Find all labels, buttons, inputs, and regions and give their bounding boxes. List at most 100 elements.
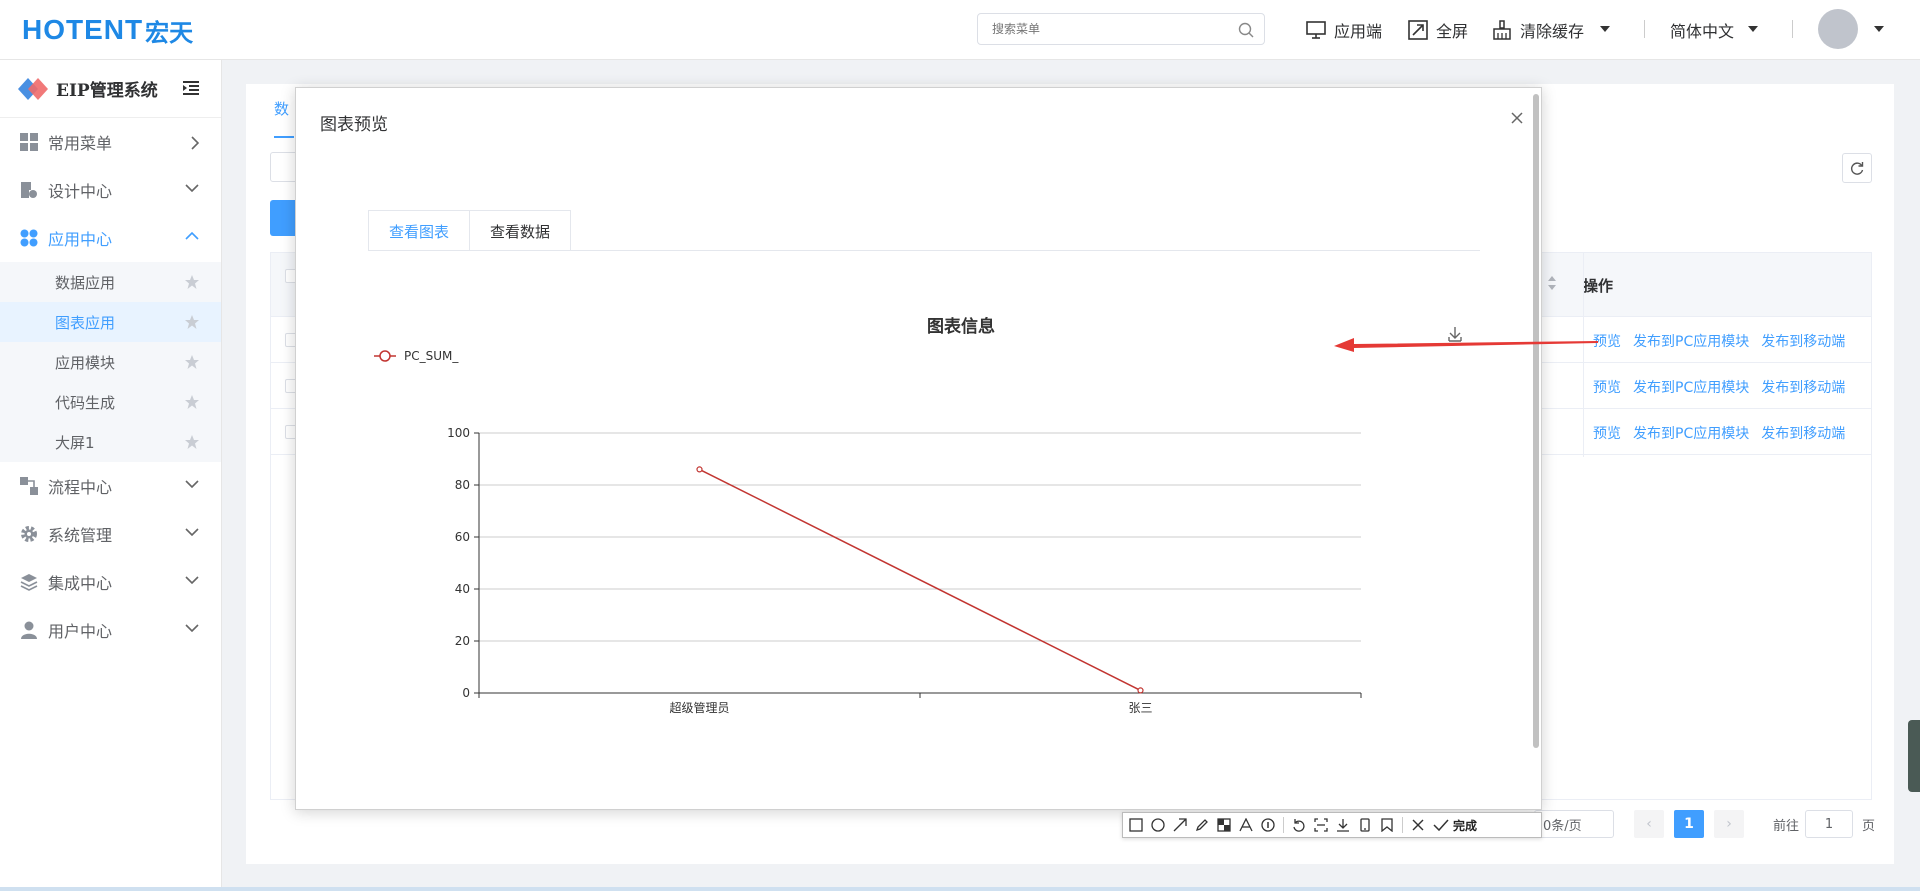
search-icon[interactable]	[1238, 22, 1254, 38]
cache-dropdown-caret-icon[interactable]	[1600, 26, 1610, 32]
user-caret-icon[interactable]	[1874, 26, 1884, 32]
refresh-icon	[1851, 162, 1864, 175]
menu-search-input[interactable]	[978, 14, 1218, 44]
sidebar-item-label: 设计中心	[48, 182, 113, 201]
goto-label: 前往	[1773, 819, 1800, 834]
next-page-button[interactable]: ›	[1714, 810, 1744, 838]
publish-mobile-link[interactable]: 发布到移动端	[1761, 377, 1845, 397]
menu-collapse-icon[interactable]	[183, 81, 199, 95]
sidebar-item-flow-center[interactable]: 流程中心	[0, 462, 221, 510]
close-icon[interactable]	[1511, 112, 1523, 124]
chart-series	[696, 466, 1144, 694]
broom-icon	[1493, 20, 1511, 40]
app-end-button[interactable]: 应用端	[1306, 16, 1382, 44]
fullscreen-label: 全屏	[1436, 22, 1469, 41]
rectangle-icon[interactable]	[1129, 818, 1143, 832]
sidebar-item-app-center[interactable]: 应用中心	[0, 214, 221, 262]
toolbar-divider	[1402, 817, 1403, 833]
star-icon[interactable]	[185, 275, 199, 289]
sidebar-item-label: 系统管理	[48, 526, 113, 545]
side-panel-handle[interactable]	[1908, 720, 1920, 792]
done-button[interactable]: 完成	[1453, 817, 1477, 834]
legend-label: PC_SUM_	[404, 349, 459, 363]
star-icon[interactable]	[185, 395, 199, 409]
number-marker-icon[interactable]	[1261, 818, 1275, 832]
bottom-strip	[0, 887, 1920, 891]
publish-pc-link[interactable]: 发布到PC应用模块	[1633, 377, 1749, 397]
submenu-item-label: 大屏1	[55, 433, 95, 452]
tab-view-chart[interactable]: 查看图表	[368, 210, 471, 251]
series-line	[699, 468, 1141, 692]
sidebar-item-design-center[interactable]: 设计中心	[0, 166, 221, 214]
pen-icon[interactable]	[1195, 818, 1209, 832]
star-icon[interactable]	[185, 315, 199, 329]
submenu-item-code-gen[interactable]: 代码生成	[0, 382, 221, 422]
menu-search-box	[977, 13, 1265, 45]
mosaic-icon[interactable]	[1217, 818, 1231, 832]
bookmark-icon[interactable]	[1380, 818, 1394, 832]
ocr-scan-icon[interactable]	[1314, 818, 1328, 832]
submenu-item-chart-app[interactable]: 图表应用	[0, 302, 221, 342]
language-select[interactable]: 简体中文	[1670, 16, 1734, 44]
phone-icon[interactable]	[1358, 818, 1372, 832]
y-tick-label: 80	[455, 478, 470, 492]
sidebar-item-system-mgmt[interactable]: 系统管理	[0, 510, 221, 558]
design-doc-icon	[21, 182, 37, 198]
chart-tabs: 查看图表 查看数据	[368, 210, 572, 251]
line-chart: 图表信息 PC_SUM_ 0 20 40 60 80 100 超级管理员 张三	[374, 316, 1462, 715]
chart-title: 图表信息	[927, 316, 995, 337]
sidebar-item-integration-center[interactable]: 集成中心	[0, 558, 221, 606]
done-check-icon[interactable]	[1433, 818, 1449, 832]
fullscreen-button[interactable]: 全屏	[1408, 16, 1468, 44]
avatar[interactable]	[1818, 9, 1858, 49]
prev-page-button[interactable]: ‹	[1634, 810, 1664, 838]
submenu-item-label: 图表应用	[55, 313, 116, 332]
sort-icon[interactable]	[1547, 275, 1557, 291]
dashboard-icon	[20, 133, 38, 151]
layers-icon	[20, 574, 38, 591]
screenshot-toolbar: 完成	[1122, 812, 1542, 838]
sidebar-item-common-menu[interactable]: 常用菜单	[0, 118, 221, 166]
arrow-tool-icon[interactable]	[1173, 818, 1187, 832]
app-center-submenu: 数据应用 图表应用 应用模块 代码生成 大屏1	[0, 262, 221, 462]
publish-mobile-link[interactable]: 发布到移动端	[1761, 331, 1845, 351]
page-size-label: 0条/页	[1543, 818, 1582, 834]
refresh-button[interactable]	[1842, 153, 1872, 183]
tab-data-partial[interactable]: 数	[274, 98, 289, 119]
sidebar-item-user-center[interactable]: 用户中心	[0, 606, 221, 654]
language-caret-icon[interactable]	[1748, 26, 1758, 32]
undo-icon[interactable]	[1292, 818, 1306, 832]
submenu-item-data-app[interactable]: 数据应用	[0, 262, 221, 302]
y-tick-label: 60	[455, 530, 470, 544]
goto-page-input[interactable]	[1805, 810, 1853, 838]
flow-icon	[20, 477, 38, 495]
cancel-icon[interactable]	[1411, 818, 1425, 832]
star-icon[interactable]	[185, 435, 199, 449]
text-tool-icon[interactable]	[1239, 818, 1253, 832]
page-number-current[interactable]: 1	[1674, 810, 1704, 838]
ellipse-icon[interactable]	[1151, 818, 1165, 832]
submenu-item-big-screen[interactable]: 大屏1	[0, 422, 221, 462]
gear-icon	[21, 526, 37, 542]
dialog-title: 图表预览	[320, 115, 388, 135]
chevron-right-icon	[191, 136, 199, 150]
star-icon[interactable]	[185, 355, 199, 369]
publish-mobile-link[interactable]: 发布到移动端	[1761, 423, 1845, 443]
submenu-item-app-module[interactable]: 应用模块	[0, 342, 221, 382]
page-size-select[interactable]: 0条/页	[1534, 810, 1614, 838]
hotent-logo[interactable]: HOTENT 宏天	[22, 10, 193, 50]
tab-view-data[interactable]: 查看数据	[470, 210, 572, 251]
sidebar-item-label: 常用菜单	[48, 134, 113, 153]
sidebar-item-label: 用户中心	[48, 622, 113, 641]
publish-pc-link[interactable]: 发布到PC应用模块	[1633, 423, 1749, 443]
top-header: HOTENT 宏天 应用端 全屏 清除缓存 简体中文	[0, 0, 1920, 60]
preview-link[interactable]: 预览	[1593, 423, 1621, 443]
clear-cache-button[interactable]: 清除缓存	[1492, 16, 1584, 44]
row-actions: 预览 发布到PC应用模块 发布到移动端	[1593, 377, 1845, 397]
app-end-label: 应用端	[1334, 22, 1383, 41]
preview-link[interactable]: 预览	[1593, 377, 1621, 397]
chart-legend[interactable]: PC_SUM_	[374, 349, 459, 363]
publish-pc-link[interactable]: 发布到PC应用模块	[1633, 331, 1749, 351]
chart-preview-dialog: 图表预览 查看图表 查看数据 图表信息 PC_SUM_ 0 20 40 60 80 100…	[295, 87, 1542, 810]
download-icon[interactable]	[1336, 818, 1350, 832]
